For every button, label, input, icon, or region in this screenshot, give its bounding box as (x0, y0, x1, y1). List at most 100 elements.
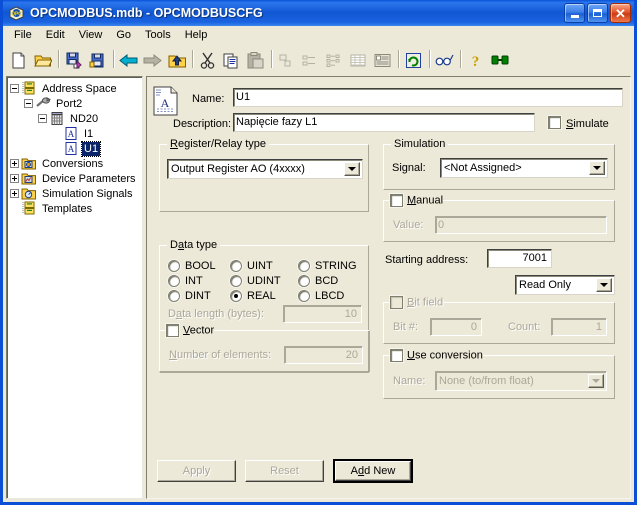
help-icon[interactable]: ? (464, 49, 487, 71)
tree-item-simulation-signals[interactable]: Simulation Signals (10, 186, 142, 201)
menu-bar: File Edit View Go Tools Help (3, 26, 634, 46)
tag-document-icon: A (153, 86, 179, 119)
conversion-name-value: None (to/from float) (439, 374, 534, 387)
forward-arrow-icon[interactable] (141, 49, 164, 71)
address-space-icon (21, 81, 37, 96)
radio-bool[interactable]: BOOL (168, 258, 230, 273)
radio-dint[interactable]: DINT (168, 288, 230, 303)
count-label: Count: (508, 321, 541, 333)
tree-item-device-parameters[interactable]: Device Parameters (10, 171, 142, 186)
menu-help[interactable]: Help (178, 27, 215, 44)
radio-icon (298, 259, 310, 272)
menu-tools[interactable]: Tools (138, 27, 178, 44)
simulate-label: Simulate (566, 118, 609, 130)
back-arrow-icon[interactable] (117, 49, 140, 71)
device-icon (49, 111, 65, 126)
manual-group: Manual Value: 0 (383, 194, 615, 242)
expander-minus-icon[interactable] (24, 99, 33, 108)
value-label: Value: (393, 219, 424, 231)
name-input[interactable]: U1 (233, 88, 623, 107)
maximize-button[interactable] (587, 3, 608, 23)
maximize-icon (593, 9, 602, 17)
tree-item-address-space[interactable]: Address Space (10, 81, 142, 96)
large-icons-icon[interactable] (275, 49, 298, 71)
radio-udint[interactable]: UDINT (230, 273, 298, 288)
add-new-button[interactable]: Add New (333, 459, 413, 483)
radio-icon (298, 274, 310, 287)
port-icon (35, 96, 52, 111)
copy-icon[interactable] (220, 49, 243, 71)
expander-minus-icon[interactable] (10, 84, 19, 93)
radio-int[interactable]: INT (168, 273, 230, 288)
tree-item-conversions[interactable]: Conversions (10, 156, 142, 171)
register-relay-type-title: Register/Relay type (167, 138, 269, 150)
save-as-icon[interactable] (62, 49, 85, 71)
tree-panel[interactable]: Address Space Port2 ND20 A I1 A U1 Conve… (6, 76, 143, 499)
toolbar-separator (395, 50, 402, 70)
vector-checkbox[interactable] (166, 324, 179, 337)
register-type-combobox[interactable]: Output Register AO (4xxxx) (167, 159, 363, 179)
close-button[interactable]: ✕ (610, 3, 631, 23)
toolbar-separator (268, 50, 275, 70)
radio-lbcd[interactable]: LBCD (298, 288, 364, 303)
tree-item-port2[interactable]: Port2 (10, 96, 142, 111)
manual-value-input: 0 (435, 216, 607, 234)
window-title: OPCMODBUS.mdb - OPCMODBUSCFG (30, 6, 263, 20)
simulation-group: Simulation Signal: <Not Assigned> (383, 138, 615, 190)
minimize-icon (570, 14, 579, 18)
new-icon[interactable] (7, 49, 30, 71)
menu-file[interactable]: File (7, 27, 39, 44)
starting-address-input[interactable]: 7001 (487, 249, 552, 268)
tree-item-i1[interactable]: A I1 (10, 126, 142, 141)
description-input[interactable]: Napięcie fazy L1 (233, 113, 535, 132)
connect-icon[interactable] (488, 49, 511, 71)
tree-item-u1[interactable]: A U1 (10, 140, 142, 157)
radio-label: BOOL (185, 259, 216, 272)
menu-edit[interactable]: Edit (39, 27, 72, 44)
svg-text:A: A (68, 129, 75, 139)
open-folder-icon[interactable] (31, 49, 54, 71)
tree-item-templates[interactable]: Templates (10, 201, 142, 216)
expander-plus-icon[interactable] (10, 159, 19, 168)
vector-label: Vector (183, 324, 215, 337)
details-icon[interactable] (347, 49, 370, 71)
radio-bcd[interactable]: BCD (298, 273, 364, 288)
refresh-icon[interactable] (402, 49, 425, 71)
radio-real[interactable]: REAL (230, 288, 298, 303)
chevron-down-icon[interactable] (596, 278, 612, 292)
radio-label: STRING (315, 259, 357, 272)
data-length-label: Data length (bytes): (168, 308, 265, 320)
paste-icon[interactable] (244, 49, 267, 71)
use-conversion-group: Use conversion Name: None (to/from float… (383, 349, 615, 399)
small-icons-icon[interactable] (299, 49, 322, 71)
menu-view[interactable]: View (72, 27, 110, 44)
vector-group: Vector Number of elements: 20 (159, 324, 370, 372)
radio-label: INT (185, 274, 203, 287)
chevron-down-icon[interactable] (589, 161, 605, 175)
properties-icon[interactable] (86, 49, 109, 71)
expander-plus-icon[interactable] (10, 174, 19, 183)
monitor-glasses-icon[interactable] (433, 49, 456, 71)
tree-item-nd20[interactable]: ND20 (10, 111, 142, 126)
count-input: 1 (551, 318, 607, 336)
up-one-level-icon[interactable] (165, 49, 188, 71)
cut-icon[interactable] (196, 49, 219, 71)
manual-checkbox[interactable] (390, 194, 403, 207)
radio-string[interactable]: STRING (298, 258, 364, 273)
client-area: Address Space Port2 ND20 A I1 A U1 Conve… (3, 75, 634, 502)
list-icon[interactable] (323, 49, 346, 71)
menu-go[interactable]: Go (109, 27, 138, 44)
use-conversion-label: Use conversion (407, 349, 483, 362)
radio-uint[interactable]: UINT (230, 258, 298, 273)
simulate-checkbox[interactable] (548, 116, 561, 129)
expander-minus-icon[interactable] (38, 114, 47, 123)
minimize-button[interactable] (564, 3, 585, 23)
use-conversion-checkbox[interactable] (390, 349, 403, 362)
bit-number-input: 0 (430, 318, 482, 336)
signal-combobox[interactable]: <Not Assigned> (440, 158, 608, 178)
expander-plus-icon[interactable] (10, 189, 19, 198)
report-icon[interactable] (371, 49, 394, 71)
chevron-down-icon[interactable] (344, 162, 360, 176)
conversions-folder-icon (21, 156, 37, 171)
access-combobox[interactable]: Read Only (515, 275, 615, 295)
